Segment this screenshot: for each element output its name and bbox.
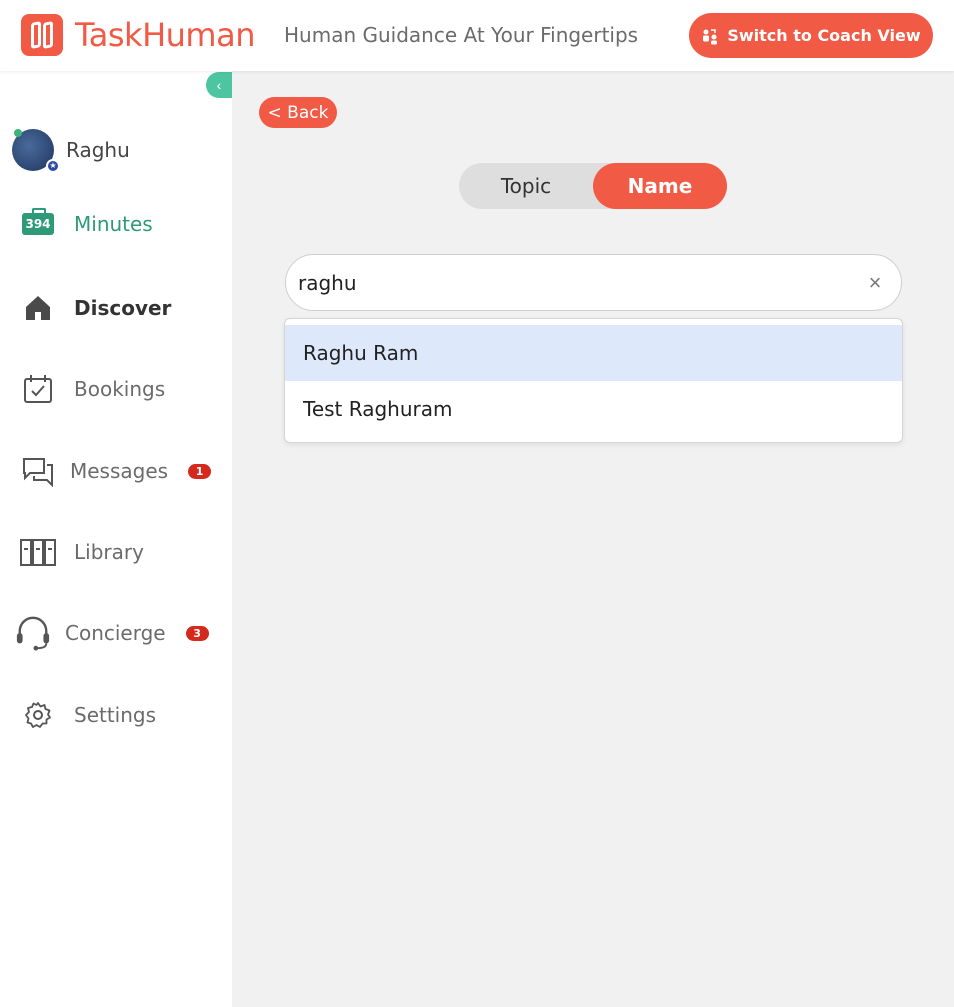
sidebar-item-label: Concierge xyxy=(65,621,166,645)
search-result-item[interactable]: Test Raghuram xyxy=(285,381,902,437)
minutes-wallet-icon: 394 xyxy=(20,206,56,242)
profile-name: Raghu xyxy=(66,138,130,162)
gear-icon xyxy=(20,697,56,733)
sidebar-item-label: Settings xyxy=(74,703,157,727)
sidebar-item-minutes[interactable]: 394 Minutes xyxy=(20,206,153,242)
sidebar-item-library[interactable]: Library xyxy=(20,534,144,570)
collapse-sidebar-button[interactable]: ‹ xyxy=(206,72,232,98)
app-logo[interactable]: TaskHuman xyxy=(21,14,255,56)
user-profile[interactable]: ★ Raghu xyxy=(12,129,130,173)
back-button[interactable]: < Back xyxy=(259,97,337,128)
sidebar-item-settings[interactable]: Settings xyxy=(20,697,156,733)
coach-switch-icon xyxy=(703,28,718,44)
chevron-left-icon: ‹ xyxy=(216,77,222,93)
library-books-icon xyxy=(20,534,56,570)
chat-bubbles-icon xyxy=(20,453,56,489)
home-icon xyxy=(20,290,56,326)
sidebar-item-label: Bookings xyxy=(74,377,166,401)
toggle-name[interactable]: Name xyxy=(593,163,727,209)
tagline: Human Guidance At Your Fingertips xyxy=(284,23,639,47)
sidebar-item-bookings[interactable]: Bookings xyxy=(20,371,165,407)
calendar-check-icon xyxy=(20,371,56,407)
logo-text: TaskHuman xyxy=(75,16,255,54)
switch-to-coach-view-button[interactable]: Switch to Coach View xyxy=(689,13,933,58)
clear-search-icon[interactable]: × xyxy=(863,270,887,295)
messages-count-badge: 1 xyxy=(188,463,212,479)
concierge-count-badge: 3 xyxy=(185,625,209,641)
headset-icon xyxy=(15,615,51,651)
search-result-item[interactable]: Raghu Ram xyxy=(285,325,902,381)
sidebar-item-discover[interactable]: Discover xyxy=(20,290,171,326)
online-status-dot xyxy=(14,129,22,137)
sidebar-item-concierge[interactable]: Concierge 3 xyxy=(15,615,209,651)
sidebar-item-label: Minutes xyxy=(74,212,153,236)
logo-icon xyxy=(21,14,63,56)
search-input[interactable] xyxy=(298,265,858,301)
star-badge-icon: ★ xyxy=(46,159,60,173)
coach-button-label: Switch to Coach View xyxy=(727,26,921,45)
search-results-dropdown: Raghu Ram Test Raghuram xyxy=(284,318,903,443)
sidebar-item-label: Library xyxy=(74,540,144,564)
sidebar-item-label: Messages xyxy=(70,459,169,483)
search-mode-toggle: Topic Name xyxy=(459,163,727,209)
toggle-topic[interactable]: Topic xyxy=(459,163,593,209)
sidebar: ‹ ★ Raghu 394 Minutes Discover Bookings … xyxy=(0,71,232,1007)
sidebar-item-label: Discover xyxy=(74,296,172,320)
top-header: TaskHuman Human Guidance At Your Fingert… xyxy=(0,0,954,71)
avatar: ★ xyxy=(12,129,60,173)
sidebar-item-messages[interactable]: Messages 1 xyxy=(20,453,212,489)
search-box: × xyxy=(285,254,902,311)
